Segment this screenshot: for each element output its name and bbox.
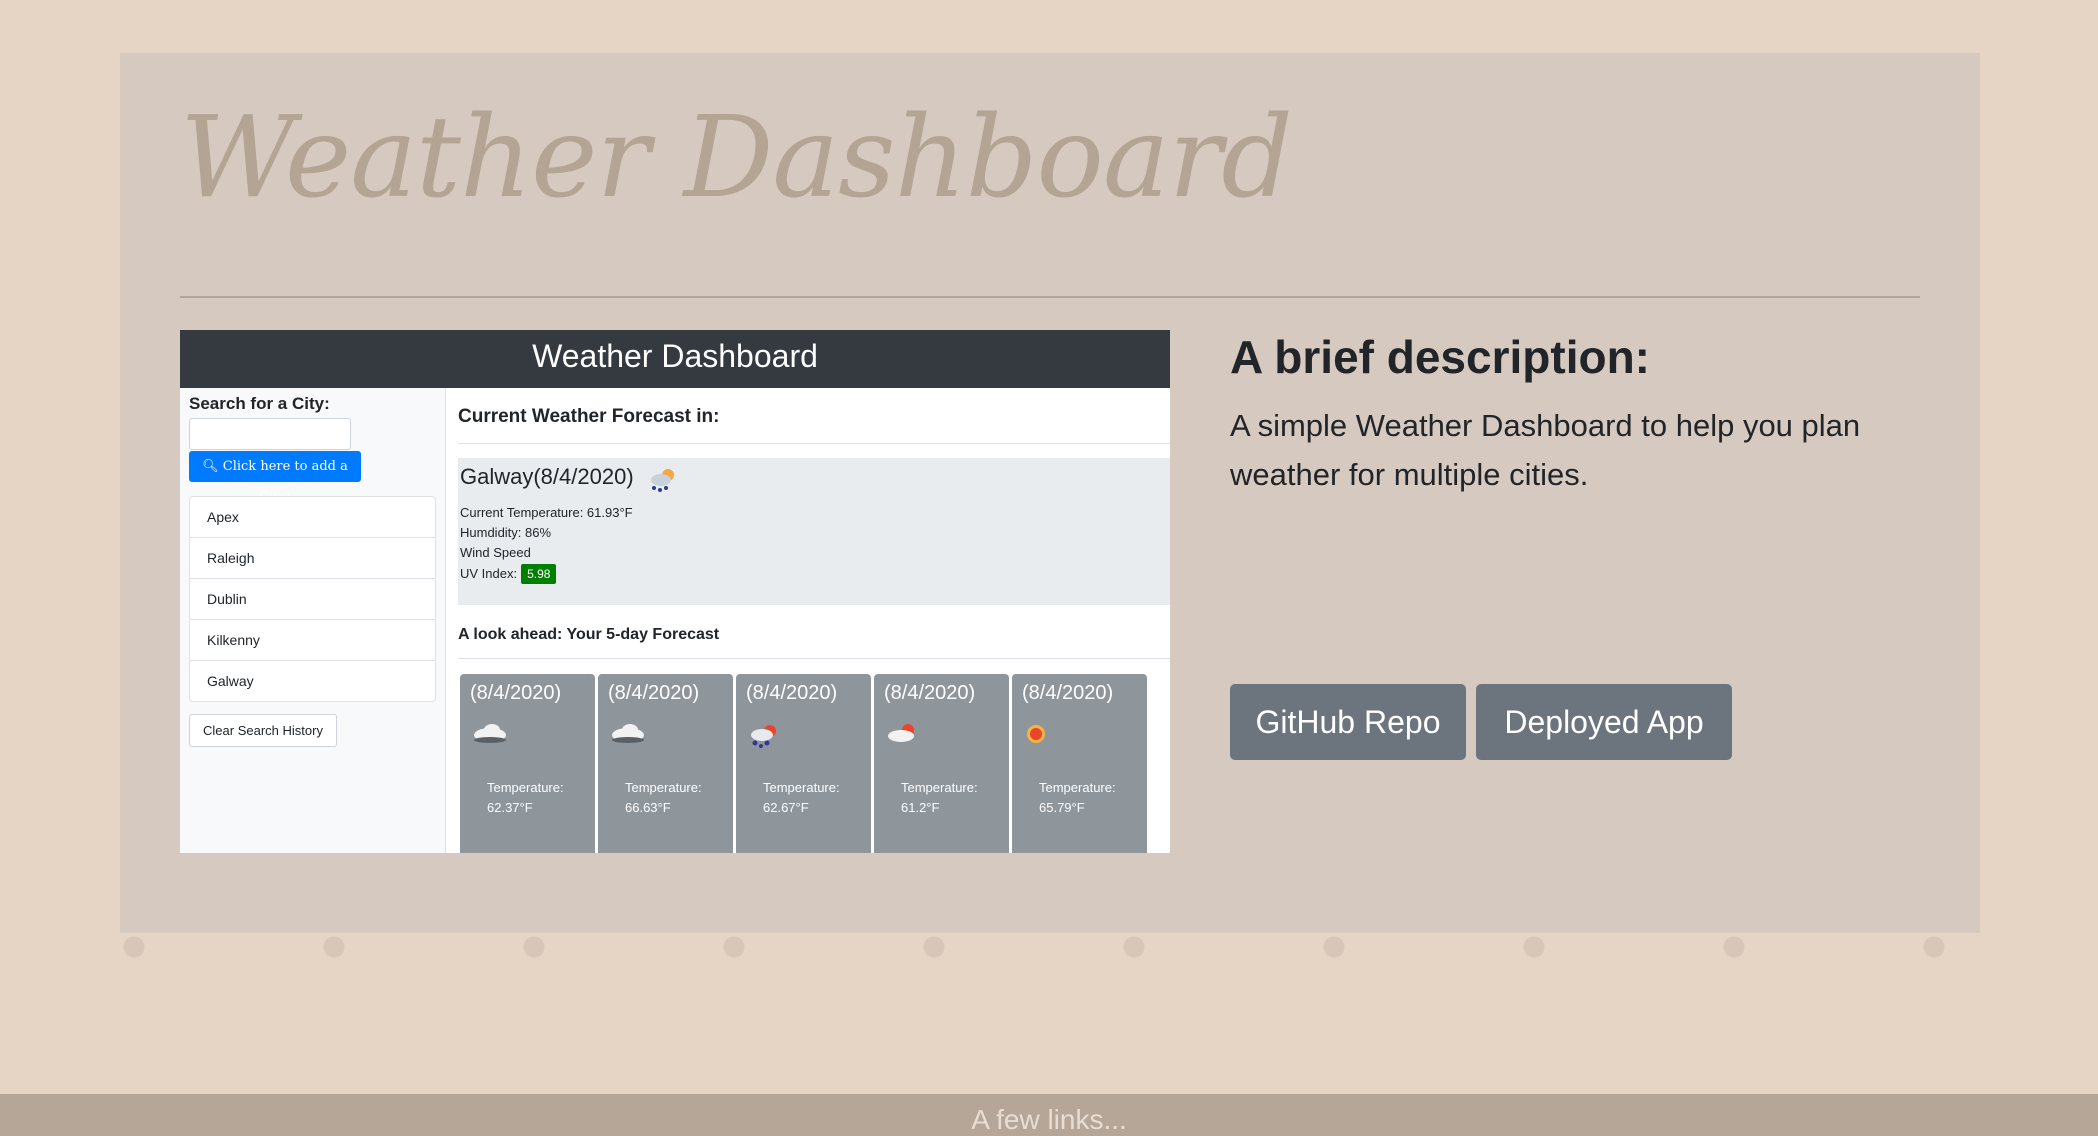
jumbotron: Weather Dashboard Weather Dashboard Sear… [120, 53, 1980, 933]
page-title: Weather Dashboard [180, 93, 1293, 223]
app-preview-screenshot: Weather Dashboard Search for a City: 🔍︎ … [180, 330, 1170, 853]
forecast-date: (8/4/2020) [470, 682, 562, 704]
preview-add-city-button: 🔍︎ Click here to add a City! [189, 451, 361, 505]
forecast-date: (8/4/2020) [608, 682, 700, 704]
rain-sun-icon [748, 722, 780, 754]
forecast-temp: 61.2°F [901, 800, 940, 815]
cloud-icon [472, 722, 508, 750]
footer-text: A few links... [971, 1104, 1127, 1135]
forecast-card: (8/4/2020) Temperature: 61.2°F [874, 674, 1009, 853]
forecast-card: (8/4/2020) Temperature: 62.37°F [460, 674, 595, 853]
preview-city-list: Apex Raleigh Dublin Kilkenny Galway [189, 496, 436, 702]
forecast-date: (8/4/2020) [1022, 682, 1114, 704]
preview-clear-history-button: Clear Search History [189, 714, 337, 747]
preview-current-title: Current Weather Forecast in: [458, 406, 720, 427]
divider [458, 443, 1170, 444]
forecast-card: (8/4/2020) Temperature: 62.67°F [736, 674, 871, 853]
forecast-temp: 66.63°F [625, 800, 671, 815]
preview-current-wind: Wind Speed [460, 545, 531, 560]
forecast-card: (8/4/2020) Temperature: 65.79°F [1012, 674, 1147, 853]
sun-cloud-icon [886, 722, 920, 750]
preview-forecast-title: A look ahead: Your 5-day Forecast [458, 626, 720, 643]
rain-sun-icon [648, 466, 678, 498]
preview-current-weather: Galway(8/4/2020) Current Temperature: 61… [458, 458, 1170, 605]
list-item: Dublin [190, 579, 435, 620]
forecast-temp-label: Temperature: [901, 780, 978, 795]
preview-search-input [189, 418, 351, 450]
preview-current-temperature: Current Temperature: 61.93°F [460, 505, 633, 520]
preview-uv-label: UV Index: [460, 566, 518, 581]
preview-current-humidity: Humdidity: 86% [460, 525, 552, 540]
forecast-temp-label: Temperature: [763, 780, 840, 795]
forecast-temp: 65.79°F [1039, 800, 1085, 815]
list-item: Kilkenny [190, 620, 435, 661]
preview-main: Current Weather Forecast in: Galway(8/4/… [446, 388, 1170, 853]
forecast-temp-label: Temperature: [487, 780, 564, 795]
forecast-temp-label: Temperature: [625, 780, 702, 795]
deployed-app-button[interactable]: Deployed App [1476, 684, 1732, 760]
list-item: Galway [207, 673, 254, 689]
description-heading: A brief description: [1230, 331, 1650, 383]
divider [180, 296, 1920, 298]
forecast-temp-label: Temperature: [1039, 780, 1116, 795]
description-text: A simple Weather Dashboard to help you p… [1230, 408, 1861, 492]
list-item: Apex [190, 497, 435, 538]
cloud-icon [610, 722, 646, 750]
footer: A few links... [0, 1094, 2098, 1136]
preview-sidebar: Search for a City: 🔍︎ Click here to add … [180, 388, 446, 853]
preview-city-date: Galway(8/4/2020) [460, 464, 634, 489]
preview-search-label: Search for a City: [189, 394, 330, 413]
forecast-date: (8/4/2020) [746, 682, 838, 704]
search-icon: 🔍︎ [202, 459, 219, 474]
preview-current-uv: UV Index: 5.98 [460, 564, 557, 584]
forecast-temp: 62.37°F [487, 800, 533, 815]
forecast-temp: 62.67°F [763, 800, 809, 815]
preview-header: Weather Dashboard [180, 330, 1170, 388]
github-repo-button[interactable]: GitHub Repo [1230, 684, 1466, 760]
forecast-card: (8/4/2020) Temperature: 66.63°F [598, 674, 733, 853]
divider [458, 658, 1170, 659]
sun-icon [1024, 722, 1048, 752]
status-badge: 5.98 [521, 564, 557, 584]
list-item: Raleigh [190, 538, 435, 579]
forecast-date: (8/4/2020) [884, 682, 976, 704]
